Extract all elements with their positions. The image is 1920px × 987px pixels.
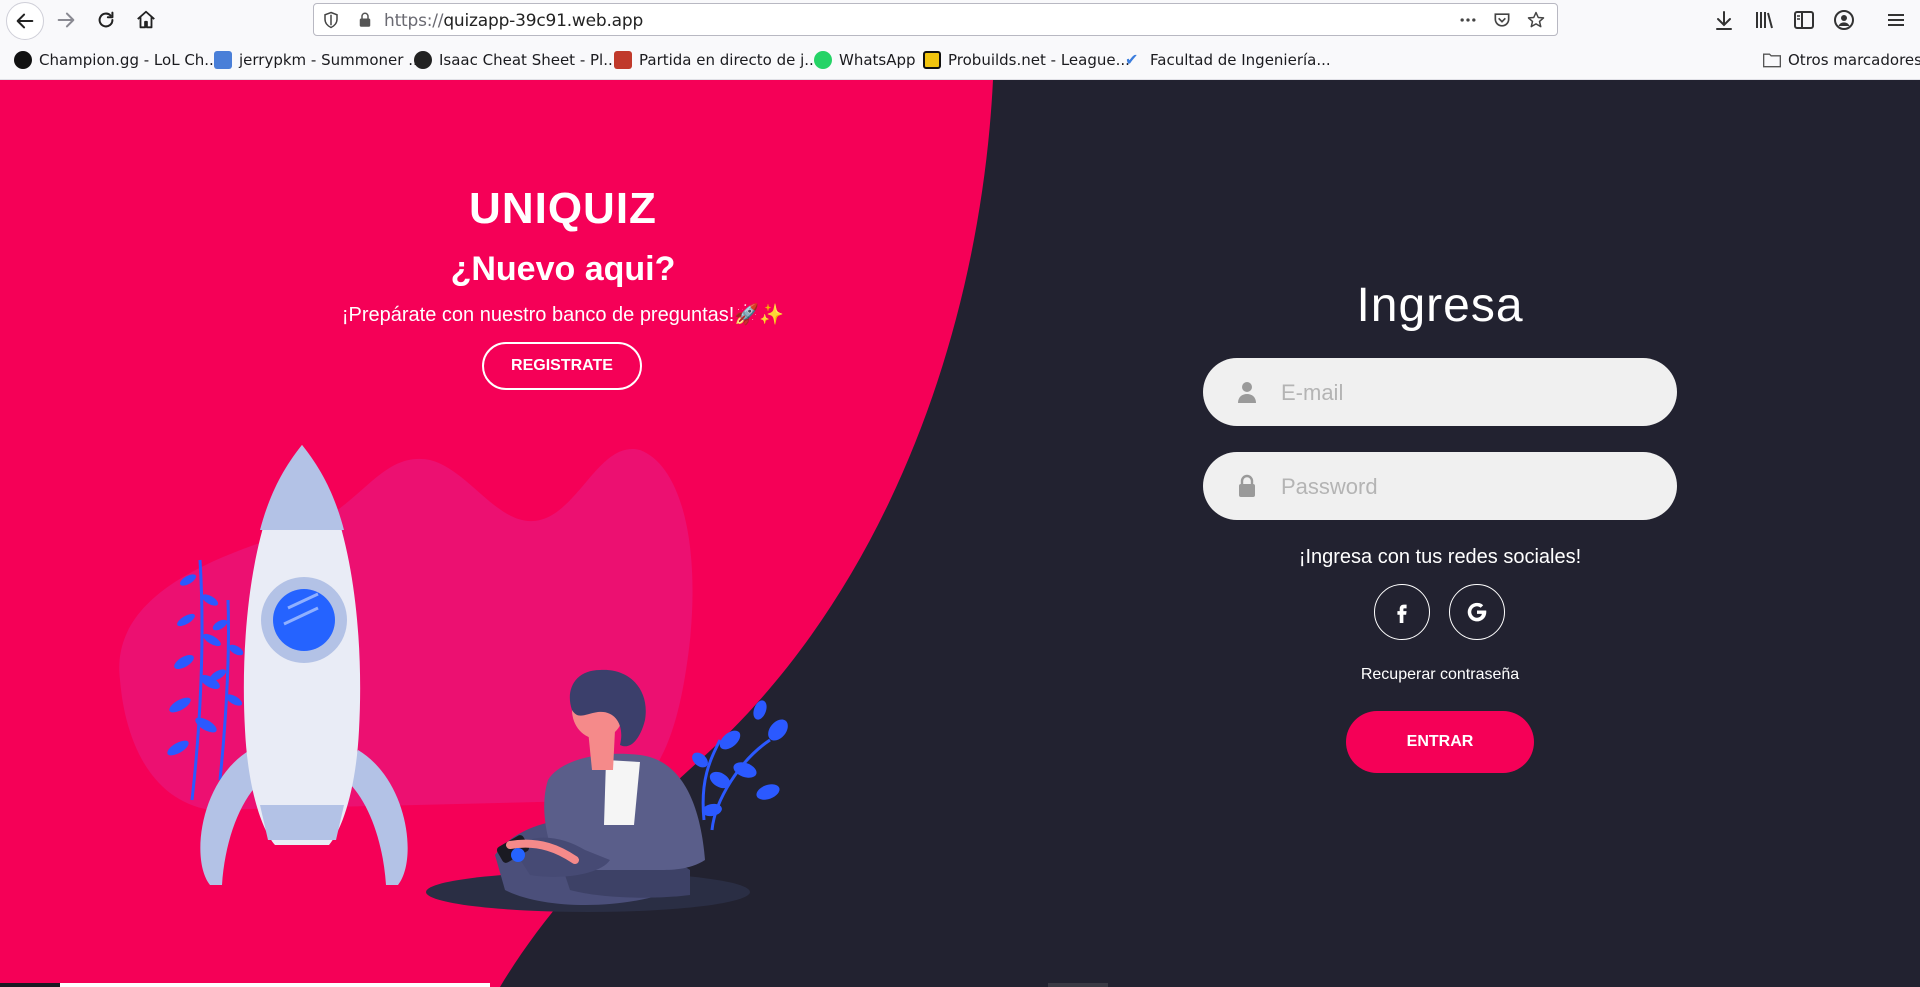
bottom-strip	[1048, 983, 1108, 987]
bookmarks-bar: Champion.gg - LoL Ch... jerrypkm - Summo…	[0, 40, 1920, 80]
bookmark-item[interactable]: WhatsApp	[814, 50, 916, 70]
login-heading: Ingresa	[1356, 279, 1524, 332]
bookmark-label: jerrypkm - Summoner ...	[239, 51, 423, 69]
home-icon	[137, 10, 155, 29]
isaac-icon	[414, 51, 432, 69]
checkmark-icon: ✔	[1125, 50, 1139, 69]
password-input[interactable]	[1279, 466, 1653, 508]
champion-gg-icon	[14, 51, 32, 69]
back-button[interactable]	[6, 2, 44, 40]
bookmark-label: WhatsApp	[839, 51, 916, 69]
opgg-icon	[214, 51, 232, 69]
welcome-tagline: ¡Prepárate con nuestro banco de pregunta…	[341, 304, 785, 326]
welcome-heading: ¿Nuevo aqui?	[450, 250, 676, 288]
google-icon	[1467, 602, 1487, 622]
facebook-icon	[1397, 604, 1407, 623]
brand-title: UNIQUIZ	[469, 184, 657, 233]
other-bookmarks-label: Otros marcadores	[1788, 51, 1920, 69]
page: UNIQUIZ ¿Nuevo aqui? ¡Prepárate con nues…	[0, 80, 1920, 987]
probuilds-icon	[923, 51, 941, 69]
login-button[interactable]: ENTRAR	[1346, 711, 1534, 773]
download-icon[interactable]	[1712, 8, 1736, 32]
bookmark-item[interactable]: jerrypkm - Summoner ...	[214, 50, 423, 70]
menu-icon[interactable]	[1884, 8, 1908, 32]
bookmark-item[interactable]: Champion.gg - LoL Ch...	[14, 50, 219, 70]
social-login-label: ¡Ingresa con tus redes sociales!	[1298, 546, 1582, 568]
account-icon[interactable]	[1832, 8, 1856, 32]
bookmark-label: Isaac Cheat Sheet - Pl...	[439, 51, 618, 69]
user-icon	[1238, 382, 1256, 403]
whatsapp-icon	[814, 51, 832, 69]
google-login-button[interactable]	[1449, 584, 1505, 640]
browser-toolbar: https://quizapp-39c91.web.app	[0, 0, 1920, 40]
email-field[interactable]	[1203, 358, 1677, 426]
bookmark-item[interactable]: Probuilds.net - League...	[923, 50, 1130, 70]
partida-icon	[614, 51, 632, 69]
leaf-plant-right	[692, 700, 788, 831]
url-host: quizapp-39c91.web.app	[443, 11, 644, 31]
recover-password-link[interactable]: Recuperar contraseña	[1200, 666, 1680, 684]
password-field[interactable]	[1203, 452, 1677, 520]
bookmark-item[interactable]: Isaac Cheat Sheet - Pl...	[414, 50, 618, 70]
shield-icon[interactable]	[322, 11, 340, 29]
register-button[interactable]: REGISTRATE	[482, 342, 642, 390]
url-text: https://quizapp-39c91.web.app	[384, 11, 643, 31]
other-bookmarks[interactable]: Otros marcadores	[1762, 50, 1920, 70]
bottom-strip	[0, 983, 60, 987]
arrow-right-icon	[57, 12, 75, 28]
lock-icon[interactable]	[356, 11, 374, 29]
url-protocol: https://	[384, 11, 444, 31]
bookmark-item[interactable]: Partida en directo de j...	[614, 50, 819, 70]
reload-button[interactable]	[88, 2, 124, 38]
bookmark-item[interactable]: ✔ Facultad de Ingeniería...	[1125, 50, 1331, 70]
bookmark-label: Probuilds.net - League...	[948, 51, 1130, 69]
folder-icon	[1763, 53, 1781, 68]
forward-button[interactable]	[48, 2, 84, 38]
bookmark-label: Partida en directo de j...	[639, 51, 819, 69]
bottom-strip	[60, 983, 490, 987]
email-input[interactable]	[1279, 372, 1653, 414]
pocket-icon[interactable]	[1492, 10, 1512, 30]
sidebar-icon[interactable]	[1792, 8, 1816, 32]
lock-icon	[1239, 474, 1255, 497]
facebook-login-button[interactable]	[1374, 584, 1430, 640]
url-bar[interactable]: https://quizapp-39c91.web.app	[313, 3, 1558, 36]
more-icon[interactable]	[1458, 10, 1478, 30]
reload-icon	[98, 11, 114, 28]
bookmark-label: Champion.gg - LoL Ch...	[39, 51, 219, 69]
bookmark-label: Facultad de Ingeniería...	[1150, 51, 1331, 69]
library-icon[interactable]	[1752, 8, 1776, 32]
star-icon[interactable]	[1526, 10, 1546, 30]
home-button[interactable]	[128, 2, 164, 38]
arrow-left-icon	[16, 13, 34, 29]
